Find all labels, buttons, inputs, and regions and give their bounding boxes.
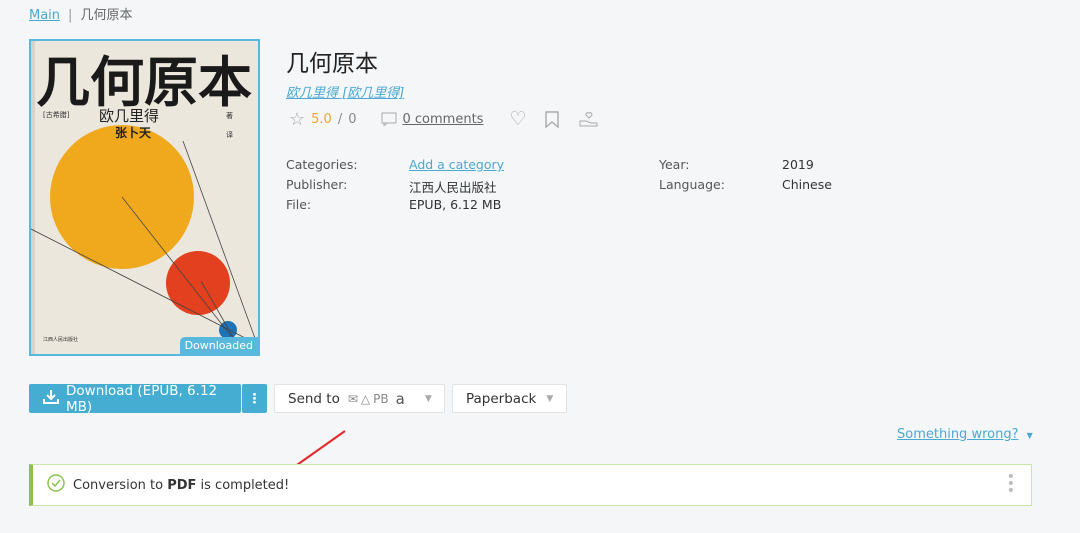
rating-value: 5.0: [311, 111, 332, 127]
star-icon[interactable]: ☆: [289, 109, 305, 130]
conversion-alert: Conversion to PDF is completed! • • •: [29, 464, 1032, 506]
cover-role-author: 著: [226, 111, 233, 120]
publisher-label: Publisher:: [286, 177, 348, 192]
author-link[interactable]: 欧几里得 [欧几里得]: [286, 82, 404, 101]
chevron-down-icon: ▼: [424, 393, 432, 404]
add-category-link[interactable]: Add a category: [409, 157, 504, 172]
amazon-icon: a: [395, 389, 405, 408]
breadcrumb: Main | 几何原本: [29, 4, 132, 23]
chevron-down-icon: ▼: [546, 393, 554, 404]
send-to-label: Send to: [288, 390, 340, 407]
alert-message: Conversion to PDF is completed!: [73, 477, 290, 493]
download-icon: [43, 389, 59, 408]
something-wrong-dropdown[interactable]: Something wrong? ▼: [897, 427, 1033, 442]
breadcrumb-main[interactable]: Main: [29, 8, 60, 23]
something-wrong-link[interactable]: Something wrong?: [897, 427, 1018, 442]
email-icon: ✉: [347, 391, 358, 406]
donate-icon[interactable]: [579, 111, 599, 128]
drive-icon: △: [360, 391, 371, 406]
year-value: 2019: [782, 157, 814, 172]
book-stats: ☆ 5.0 / 0 0 comments ♡: [289, 108, 599, 130]
check-circle-icon: [47, 474, 65, 496]
cover-art: 几何原本 [古希腊] 欧几里得 著 张卜天 译 江西人民出版社: [31, 41, 257, 354]
download-label: Download (EPUB, 6.12 MB): [66, 382, 218, 415]
paperback-dropdown[interactable]: Paperback ▼: [452, 384, 567, 413]
language-value: Chinese: [782, 177, 832, 192]
cover-role-translator: 译: [226, 131, 233, 139]
categories-label: Categories:: [286, 157, 358, 172]
more-vertical-icon: ⋮: [247, 390, 262, 407]
cover-red-circle: [166, 251, 230, 315]
bookmark-icon[interactable]: [544, 110, 559, 128]
publisher-value: 江西人民出版社: [409, 180, 497, 195]
rating-count: 0: [348, 111, 357, 127]
download-button[interactable]: Download (EPUB, 6.12 MB): [29, 382, 241, 415]
heart-icon[interactable]: ♡: [509, 108, 526, 130]
alert-menu-icon[interactable]: • • •: [1007, 470, 1015, 498]
language-label: Language:: [659, 177, 725, 192]
chevron-down-icon: ▼: [1026, 431, 1033, 440]
comment-icon: [381, 112, 397, 126]
book-cover[interactable]: 几何原本 [古希腊] 欧几里得 著 张卜天 译 江西人民出版社 Download…: [29, 39, 260, 356]
download-more-button[interactable]: ⋮: [242, 384, 267, 413]
send-to-dropdown[interactable]: Send to ✉ △ PB a ▼: [274, 384, 445, 413]
cover-title: 几何原本: [36, 50, 252, 114]
breadcrumb-separator: |: [68, 8, 73, 23]
pocketbook-label: PB: [373, 391, 389, 406]
breadcrumb-current: 几何原本: [80, 8, 133, 23]
cover-series: [古希腊]: [43, 110, 70, 119]
downloaded-badge: Downloaded: [179, 337, 258, 354]
file-value: EPUB, 6.12 MB: [409, 197, 502, 212]
book-title: 几何原本: [286, 51, 378, 77]
comments-link[interactable]: 0 comments: [403, 112, 484, 127]
paperback-label: Paperback: [466, 390, 537, 407]
year-label: Year:: [659, 157, 690, 172]
cover-author: 欧几里得: [99, 107, 159, 125]
rating-separator: /: [337, 111, 343, 127]
cover-publisher: 江西人民出版社: [43, 336, 78, 343]
file-label: File:: [286, 197, 312, 212]
cover-translator: 张卜天: [115, 125, 152, 140]
